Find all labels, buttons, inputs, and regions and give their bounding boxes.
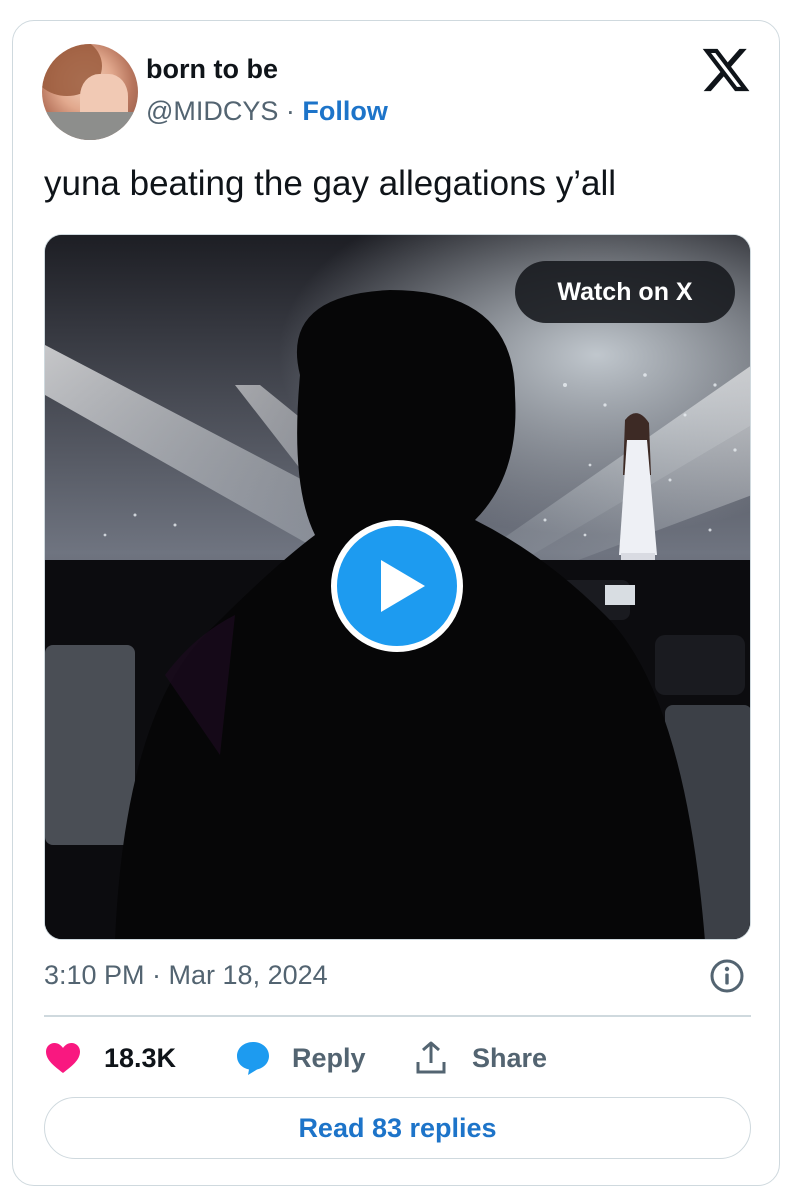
share-button[interactable]: Share xyxy=(414,1036,547,1080)
watch-on-x-button[interactable]: Watch on X xyxy=(515,261,735,323)
reply-label: Reply xyxy=(292,1042,366,1073)
share-label: Share xyxy=(472,1042,548,1073)
tweet-text: yuna beating the gay allegations y’all xyxy=(44,164,617,203)
info-icon[interactable] xyxy=(709,958,745,994)
like-button[interactable]: 18.3K xyxy=(44,1036,176,1080)
author-handle[interactable]: @MIDCYS xyxy=(146,96,278,126)
author-handle-line: @MIDCYS · Follow xyxy=(146,96,388,127)
divider xyxy=(44,1015,751,1017)
video-player[interactable]: Watch on X xyxy=(44,234,751,940)
reply-bubble-icon xyxy=(237,1042,269,1075)
read-replies-button[interactable]: Read 83 replies xyxy=(44,1097,751,1159)
like-count: 18.3K xyxy=(104,1042,177,1073)
author-display-name[interactable]: born to be xyxy=(146,54,278,85)
avatar[interactable] xyxy=(42,44,138,140)
heart-icon xyxy=(46,1043,80,1073)
reply-button[interactable]: Reply xyxy=(234,1036,366,1080)
play-icon xyxy=(381,560,425,612)
tweet-timestamp[interactable]: 3:10 PM · Mar 18, 2024 xyxy=(44,960,328,991)
follow-link[interactable]: Follow xyxy=(302,96,387,126)
handle-separator: · xyxy=(278,96,303,126)
play-button[interactable] xyxy=(331,520,463,652)
share-icon xyxy=(416,1041,446,1074)
x-logo-icon[interactable] xyxy=(700,44,752,96)
